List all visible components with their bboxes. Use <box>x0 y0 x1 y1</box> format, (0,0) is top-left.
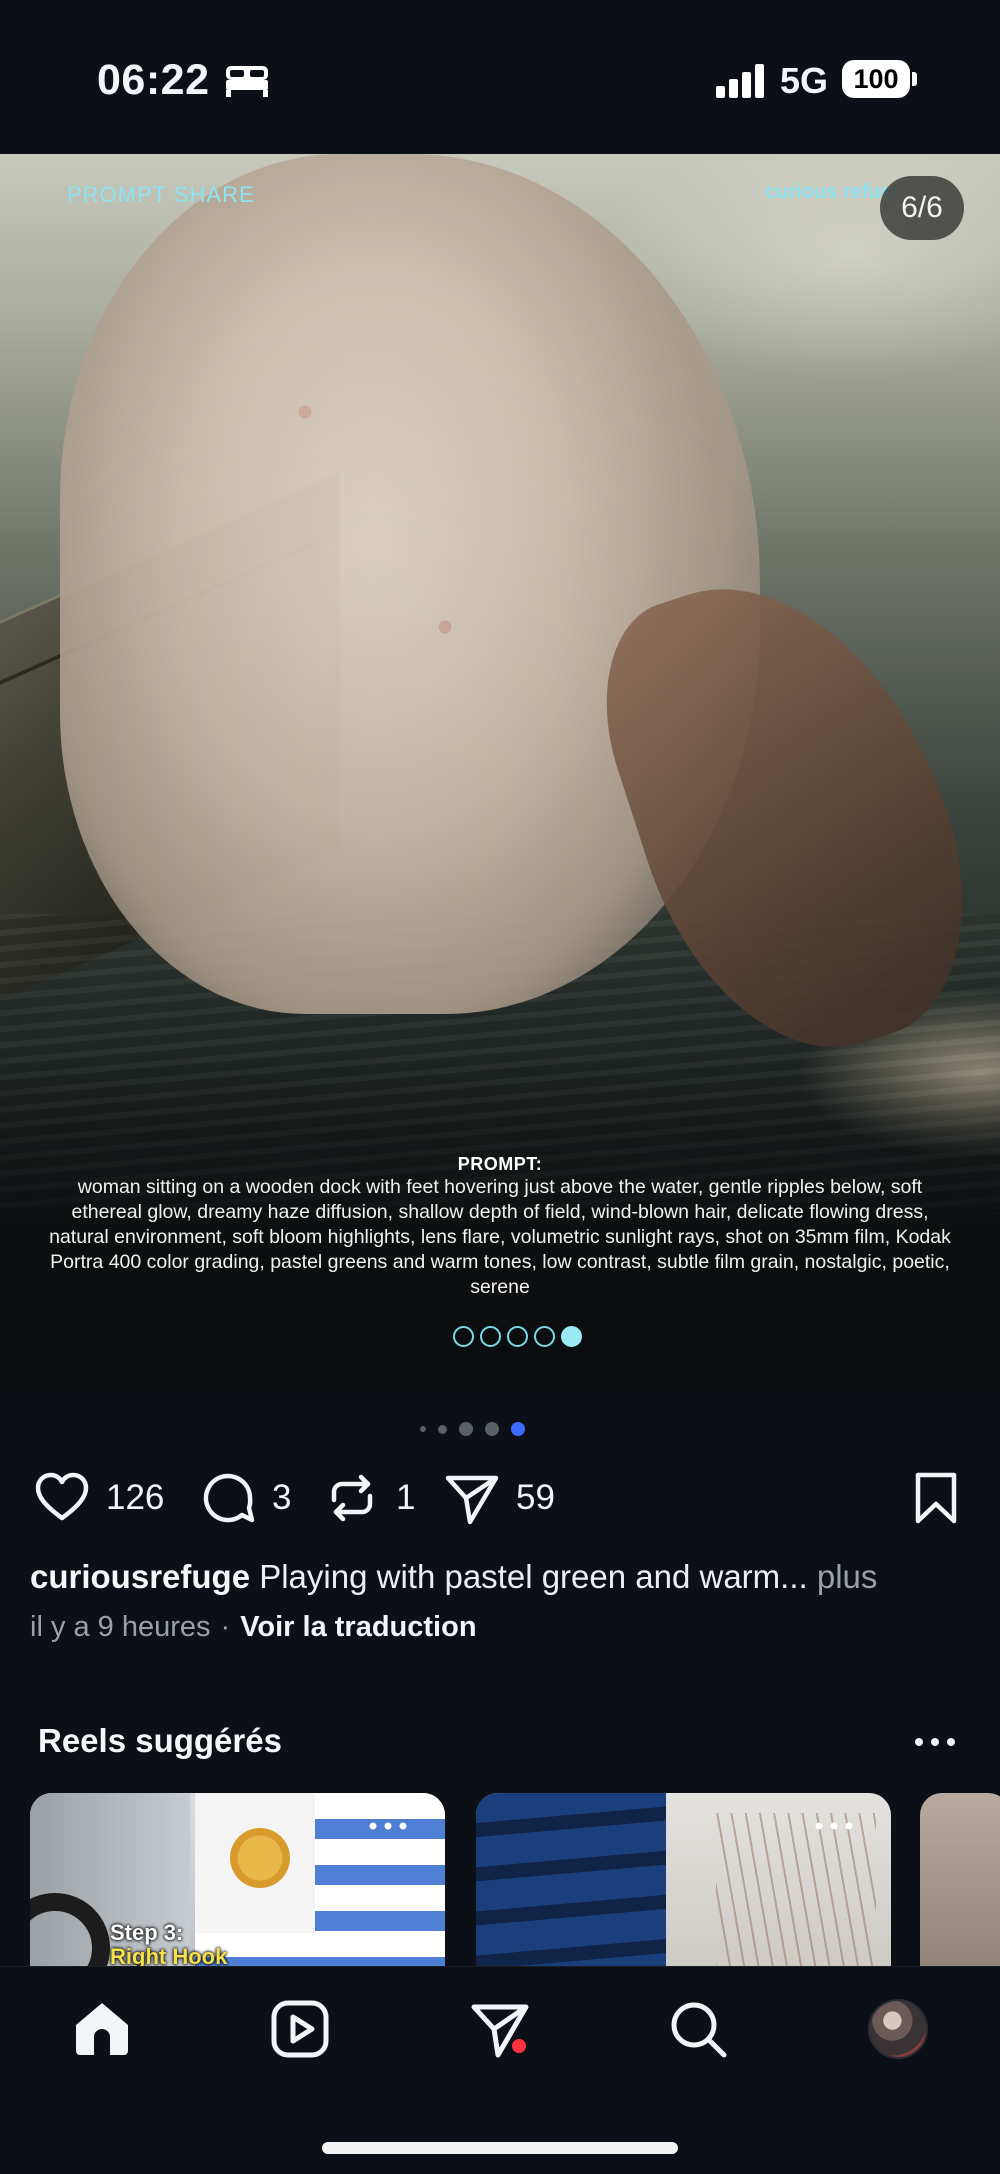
bed-icon <box>226 66 268 97</box>
reel-thumbnail-tree <box>716 1813 876 1973</box>
battery-icon: 100 <box>842 60 910 98</box>
suggested-reel-card[interactable] <box>920 1793 1000 1973</box>
like-action[interactable]: 126 <box>32 1468 164 1528</box>
comment-count: 3 <box>272 1478 292 1517</box>
image-dot <box>507 1326 528 1347</box>
more-options-icon[interactable] <box>910 1722 960 1762</box>
comment-action[interactable]: 3 <box>198 1468 291 1528</box>
reel-overlay-line1: Step 3: <box>110 1920 184 1945</box>
prompt-text: woman sitting on a wooden dock with feet… <box>49 1176 951 1298</box>
battery-tip <box>912 72 917 86</box>
reels-icon[interactable] <box>268 1997 332 2061</box>
nav-direct[interactable] <box>468 1997 532 2061</box>
share-icon[interactable] <box>442 1468 502 1528</box>
post-time: il y a 9 heures <box>30 1611 211 1643</box>
status-bar: 06:22 5G 100 <box>0 0 1000 154</box>
reel-overlay-text: Step 3: Right Hook <box>110 1921 227 1969</box>
meta-separator: · <box>220 1611 231 1643</box>
home-indicator <box>322 2142 678 2154</box>
nav-search[interactable] <box>666 1997 730 2061</box>
reel-more-icon[interactable] <box>812 1819 856 1833</box>
repost-action[interactable]: 1 <box>322 1468 415 1528</box>
carousel-dot <box>459 1422 473 1436</box>
nav-home[interactable] <box>70 1997 134 2061</box>
image-dot <box>480 1326 501 1347</box>
repost-count: 1 <box>396 1478 416 1517</box>
profile-avatar[interactable] <box>868 1999 928 2059</box>
carousel-dot-active <box>511 1422 525 1436</box>
reel-thumbnail-sun <box>225 1823 295 1893</box>
notification-dot <box>512 2039 526 2053</box>
carousel-dot <box>420 1426 426 1432</box>
post-caption[interactable]: curiousrefuge Playing with pastel green … <box>30 1556 980 1598</box>
caption-username[interactable]: curiousrefuge <box>30 1558 250 1595</box>
network-type: 5G <box>780 60 829 101</box>
image-dot <box>453 1326 474 1347</box>
carousel-dot <box>438 1424 447 1434</box>
caption-text: Playing with pastel green and warm... <box>259 1558 808 1595</box>
reel-more-icon[interactable] <box>366 1819 410 1833</box>
carousel-indicator <box>420 1422 525 1436</box>
post-image[interactable]: PROMPT SHARE curious refuge 6/6 PROMPT: … <box>0 154 1000 1392</box>
home-icon[interactable] <box>70 1997 134 2061</box>
bookmark-icon[interactable] <box>908 1470 964 1526</box>
carousel-page-counter: 6/6 <box>880 176 964 240</box>
dress-shape <box>60 154 760 1014</box>
reel-thumbnail-bg <box>476 1793 666 1973</box>
search-icon[interactable] <box>666 1997 730 2061</box>
status-time: 06:22 <box>97 56 210 104</box>
suggested-reel-card[interactable]: Step 3: Right Hook <box>30 1793 445 1973</box>
image-dot <box>534 1326 555 1347</box>
carousel-dot <box>485 1422 499 1436</box>
like-count: 126 <box>106 1478 165 1517</box>
prompt-title: PROMPT: <box>457 1154 543 1174</box>
translate-link[interactable]: Voir la traduction <box>240 1611 476 1643</box>
suggested-reel-card[interactable] <box>476 1793 891 1973</box>
heart-icon[interactable] <box>32 1468 92 1528</box>
share-action[interactable]: 59 <box>442 1468 555 1528</box>
comment-icon[interactable] <box>198 1468 258 1528</box>
nav-reels[interactable] <box>268 1997 332 2061</box>
caption-more-link[interactable]: plus <box>817 1558 878 1595</box>
image-dot-active <box>561 1326 582 1347</box>
brand-label-left: PROMPT SHARE <box>67 182 255 207</box>
repost-icon[interactable] <box>322 1468 382 1528</box>
share-count: 59 <box>516 1478 555 1517</box>
post-meta: il y a 9 heures · Voir la traduction <box>30 1611 477 1644</box>
suggested-reels-title: Reels suggérés <box>38 1722 282 1759</box>
brand-label-right: curious refuge <box>765 181 895 203</box>
image-page-dots <box>453 1326 582 1350</box>
signal-icon <box>716 64 764 98</box>
